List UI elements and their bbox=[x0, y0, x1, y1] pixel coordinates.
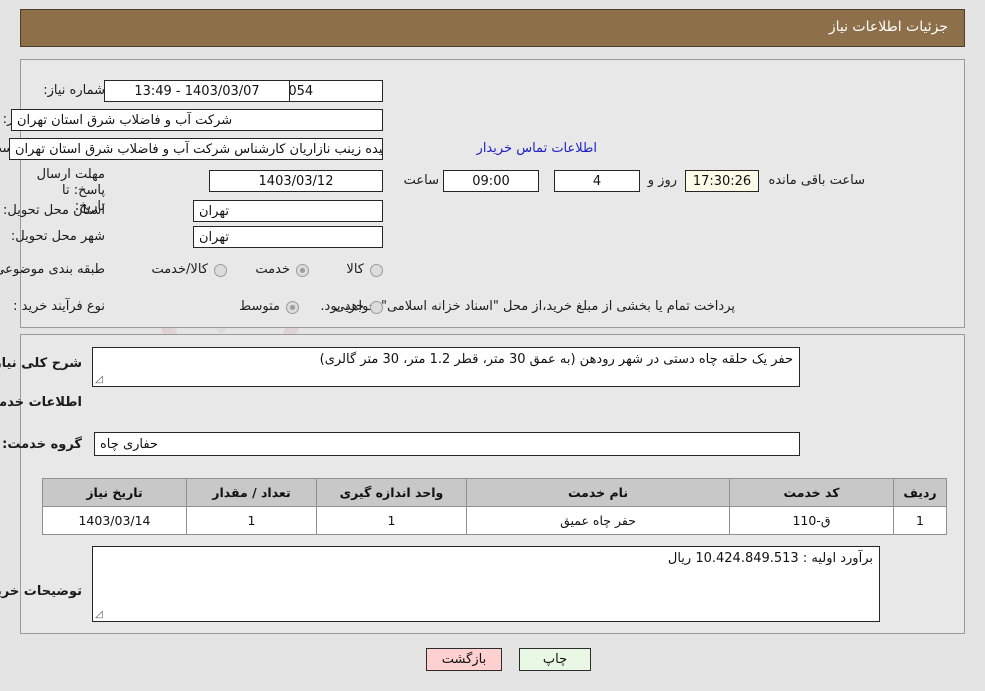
buyer-notes-label: توضیحات خریدار: bbox=[0, 584, 82, 599]
services-heading: اطلاعات خدمات مورد نیاز bbox=[0, 395, 82, 410]
resize-handle-icon[interactable]: ◺ bbox=[95, 609, 105, 620]
page-title: جزئیات اطلاعات نیاز bbox=[828, 19, 948, 35]
col-code: کد خدمت bbox=[729, 478, 894, 507]
buyer-notes-value: برآورد اولیه : 10.424.849.513 ریال ◺ bbox=[92, 546, 880, 622]
remaining-time-label: ساعت باقی مانده bbox=[768, 173, 865, 188]
city-label: شهر محل تحویل: bbox=[10, 229, 105, 244]
remaining-days-label: روز و bbox=[647, 173, 677, 188]
back-button[interactable]: بازگشت bbox=[426, 648, 502, 671]
need-number-label: شماره نیاز: bbox=[43, 83, 105, 98]
page-title-bar: جزئیات اطلاعات نیاز bbox=[20, 9, 965, 47]
radio-category-kala-khedmat[interactable] bbox=[214, 264, 227, 277]
remaining-time-value: 17:30:26 bbox=[685, 170, 759, 192]
cell-row: 1 bbox=[893, 506, 947, 535]
cell-name: حفر چاه عمیق bbox=[466, 506, 730, 535]
page-root: AriaTender.net جزئیات اطلاعات نیاز شماره… bbox=[0, 0, 985, 691]
radio-category-khedmat[interactable] bbox=[296, 264, 309, 277]
col-unit: واحد اندازه گیری bbox=[316, 478, 467, 507]
need-desc-label: شرح کلی نیاز: bbox=[0, 356, 82, 371]
col-qty: تعداد / مقدار bbox=[186, 478, 317, 507]
deadline-hour-value: 09:00 bbox=[443, 170, 539, 192]
table-header-row: ردیف کد خدمت نام خدمت واحد اندازه گیری ت… bbox=[42, 478, 947, 507]
province-value: تهران bbox=[193, 200, 383, 222]
print-button[interactable]: چاپ bbox=[519, 648, 591, 671]
col-row: ردیف bbox=[893, 478, 947, 507]
services-table: ردیف کد خدمت نام خدمت واحد اندازه گیری ت… bbox=[42, 478, 947, 535]
radio-process-motavasset[interactable] bbox=[286, 301, 299, 314]
radio-category-kala[interactable] bbox=[370, 264, 383, 277]
category-label: طبقه بندی موضوعی: bbox=[0, 262, 105, 277]
cell-qty: 1 bbox=[186, 506, 317, 535]
deadline-hour-label: ساعت bbox=[403, 173, 439, 188]
col-date: تاریخ نیاز bbox=[42, 478, 187, 507]
cell-code: ق-110 bbox=[729, 506, 894, 535]
announce-datetime-value: 1403/03/07 - 13:49 bbox=[104, 80, 290, 102]
deadline-date-value: 1403/03/12 bbox=[209, 170, 383, 192]
process-label: نوع فرآیند خرید : bbox=[13, 299, 105, 314]
city-value: تهران bbox=[193, 226, 383, 248]
cell-date: 1403/03/14 bbox=[42, 506, 187, 535]
radio-category-kala-khedmat-label: کالا/خدمت bbox=[151, 262, 208, 277]
province-label: استان محل تحویل: bbox=[3, 203, 105, 218]
service-group-label: گروه خدمت: bbox=[2, 437, 82, 452]
buyer-org-value: شرکت آب و فاضلاب شرق استان تهران bbox=[11, 109, 383, 131]
radio-process-jozyi[interactable] bbox=[370, 301, 383, 314]
radio-process-motavasset-label: متوسط bbox=[239, 299, 280, 314]
cell-unit: 1 bbox=[316, 506, 467, 535]
radio-category-khedmat-label: خدمت bbox=[255, 262, 290, 277]
service-group-value: حفاری چاه bbox=[94, 432, 800, 456]
table-row: 1 ق-110 حفر چاه عمیق 1 1 1403/03/14 bbox=[42, 506, 947, 535]
remaining-days-value: 4 bbox=[554, 170, 640, 192]
creator-value: سیده زینب نازاریان کارشناس شرکت آب و فاض… bbox=[9, 138, 383, 160]
col-name: نام خدمت bbox=[466, 478, 730, 507]
buyer-contact-link[interactable]: اطلاعات تماس خریدار bbox=[477, 141, 597, 156]
resize-handle-icon[interactable]: ◺ bbox=[95, 374, 105, 385]
need-desc-value: حفر یک حلقه چاه دستی در شهر رودهن (به عم… bbox=[92, 347, 800, 387]
radio-category-kala-label: کالا bbox=[346, 262, 364, 277]
